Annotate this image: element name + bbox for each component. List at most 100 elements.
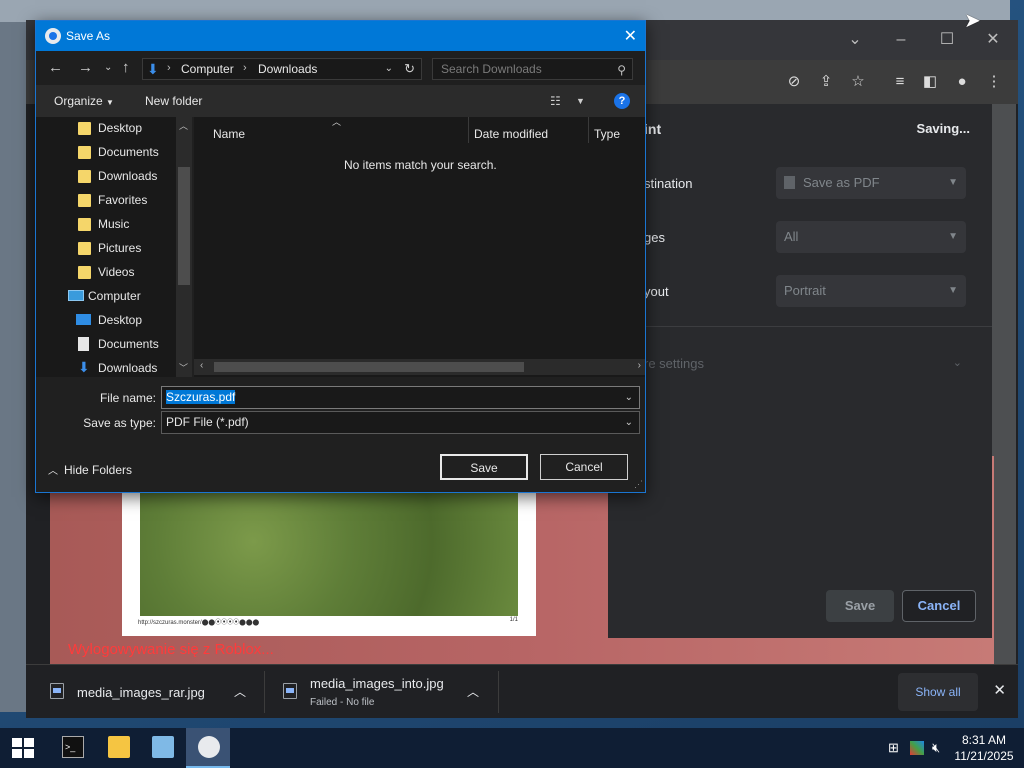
pages-label: ges — [644, 230, 665, 245]
nav-scrollbar[interactable]: ︿ ﹀ — [176, 117, 192, 377]
chevron-down-icon: ▼ — [106, 98, 114, 107]
cancel-button[interactable]: Cancel — [540, 454, 628, 480]
nav-item-label: Downloads — [98, 169, 158, 183]
chevron-down-icon[interactable]: ▼ — [576, 96, 585, 106]
sort-indicator-icon: ︿ — [332, 117, 342, 127]
media-queue-icon[interactable]: ≡ — [888, 70, 912, 94]
network-icon[interactable]: ⊞ — [888, 740, 899, 756]
column-divider[interactable] — [588, 117, 589, 143]
chevron-up-icon: ︿ — [48, 466, 58, 477]
save-as-type-select[interactable]: PDF File (*.pdf) ⌄ — [161, 411, 640, 434]
chevron-up-icon[interactable]: ︿ — [467, 683, 479, 700]
file-name-field[interactable]: Szczuras.pdf ⌄ — [161, 386, 640, 409]
star-icon[interactable]: ☆ — [846, 70, 870, 94]
minimize-icon[interactable]: – — [878, 26, 924, 54]
view-options-icon[interactable]: ☷ — [550, 94, 561, 108]
chrome-app[interactable] — [186, 728, 230, 768]
new-folder-button[interactable]: New folder — [145, 94, 202, 108]
chevron-right-icon[interactable]: › — [243, 62, 247, 74]
chrome-icon — [45, 28, 61, 44]
file-explorer-app[interactable] — [96, 728, 140, 768]
close-icon[interactable]: ✕ — [993, 681, 1006, 699]
column-divider[interactable] — [468, 117, 469, 143]
navigation-pane: Desktop Documents Downloads Favorites Mu… — [36, 117, 192, 377]
chevron-down-icon: ⌄ — [624, 417, 633, 428]
address-bar[interactable]: ⬇ › Computer › Downloads ⌄ ↻ — [142, 58, 422, 80]
help-icon[interactable]: ? — [614, 93, 630, 109]
hide-folders-button[interactable]: ︿ Hide Folders — [48, 462, 132, 477]
share-icon[interactable]: ⇪ — [814, 70, 838, 94]
clock[interactable]: 8:31 AM 11/21/2025 — [952, 732, 1016, 764]
nav-item-label: Pictures — [98, 241, 142, 255]
chevron-down-icon[interactable]: ⌄ — [385, 63, 393, 74]
search-placeholder: Search Downloads — [441, 62, 542, 76]
taskbar: >_ ⊞ 🔇︎ 8:31 AM 11/21/2025 — [0, 728, 1024, 768]
resize-grip-icon[interactable]: ⋰ — [634, 479, 643, 490]
menu-icon[interactable]: ⋮ — [982, 70, 1006, 94]
nav-item-label: Desktop — [98, 313, 143, 327]
preview-footer-page: 1/1 — [509, 617, 518, 623]
refresh-icon[interactable]: ↻ — [404, 61, 415, 77]
scrollbar-thumb[interactable] — [178, 167, 190, 285]
chevron-down-icon[interactable]: ⌄ — [953, 356, 962, 369]
nav-item-label: Music — [98, 217, 130, 231]
color-app-icon[interactable] — [910, 741, 924, 755]
column-header-date-modified[interactable]: Date modified — [474, 127, 548, 141]
search-icon[interactable]: ⚲ — [617, 60, 626, 80]
chevron-right-icon[interactable]: › — [167, 62, 171, 74]
destination-select[interactable]: Save as PDF ▼ — [776, 167, 966, 199]
column-header-name[interactable]: Name — [213, 127, 245, 141]
print-cancel-button[interactable]: Cancel — [902, 590, 976, 622]
folder-icon — [78, 170, 91, 183]
chevron-down-icon[interactable]: ⌄ — [625, 387, 633, 408]
forward-arrow-icon[interactable]: → — [78, 59, 93, 76]
chevron-right-icon[interactable]: › — [638, 360, 641, 371]
chevron-up-icon[interactable]: ︿ — [234, 683, 246, 700]
download-item[interactable]: media_images_into.jpg Failed - No file ︿ — [265, 665, 497, 719]
close-icon[interactable]: ✕ — [624, 26, 637, 46]
file-icon — [50, 683, 64, 699]
file-list-scrollbar[interactable]: ‹ › — [194, 359, 645, 375]
divider — [498, 671, 499, 713]
command-bar: Organize ▼ New folder ☷ ▼ ? — [36, 85, 645, 117]
layout-select[interactable]: Portrait ▼ — [776, 275, 966, 307]
chevron-down-icon[interactable]: ﹀ — [179, 361, 188, 374]
show-all-button[interactable]: Show all — [898, 673, 978, 711]
layout-value: Portrait — [784, 283, 826, 298]
breadcrumb-downloads[interactable]: Downloads — [258, 62, 317, 76]
profile-icon[interactable]: ● — [950, 70, 974, 94]
nav-item-label: Computer — [88, 289, 141, 303]
chevron-left-icon[interactable]: ‹ — [200, 360, 203, 371]
column-header-type[interactable]: Type — [594, 127, 620, 141]
volume-muted-icon[interactable]: 🔇︎ — [932, 740, 940, 756]
windows-start-icon[interactable] — [12, 738, 34, 758]
print-settings-panel: int Saving... stination Save as PDF ▼ ge… — [608, 104, 992, 638]
mouse-cursor-icon: ➤ — [964, 10, 981, 32]
breadcrumb-computer[interactable]: Computer — [181, 62, 234, 76]
scrollbar-thumb[interactable] — [214, 362, 524, 372]
save-button[interactable]: Save — [440, 454, 528, 480]
eye-off-icon[interactable]: ⊘ — [782, 70, 806, 94]
save-as-type-value: PDF File (*.pdf) — [166, 415, 249, 429]
chevron-down-icon: ▼ — [948, 231, 958, 242]
organize-button[interactable]: Organize ▼ — [54, 94, 114, 108]
pages-select[interactable]: All ▼ — [776, 221, 966, 253]
side-panel-icon[interactable]: ◧ — [918, 70, 942, 94]
chevron-up-icon[interactable]: ︿ — [179, 119, 188, 132]
notepad-app[interactable] — [140, 728, 184, 768]
preview-image — [140, 492, 518, 616]
start-pane — [12, 738, 22, 747]
chevron-down-icon[interactable]: ⌄ — [832, 26, 878, 54]
back-arrow-icon[interactable]: ← — [48, 59, 63, 76]
search-input[interactable]: Search Downloads ⚲ — [432, 58, 633, 80]
terminal-icon: >_ — [62, 736, 84, 758]
up-arrow-icon[interactable]: ↑ — [122, 59, 130, 76]
print-save-button[interactable]: Save — [826, 590, 894, 622]
desktop-icon — [76, 314, 91, 325]
more-settings[interactable]: re settings — [644, 356, 704, 371]
save-as-dialog: Save As ✕ ← → ⌄ ↑ ⬇ › Computer › Downloa… — [35, 20, 646, 493]
start-pane — [24, 738, 34, 747]
terminal-app[interactable]: >_ — [50, 728, 94, 768]
download-item[interactable]: media_images_rar.jpg ︿ — [26, 665, 264, 719]
chevron-down-icon[interactable]: ⌄ — [104, 62, 112, 73]
